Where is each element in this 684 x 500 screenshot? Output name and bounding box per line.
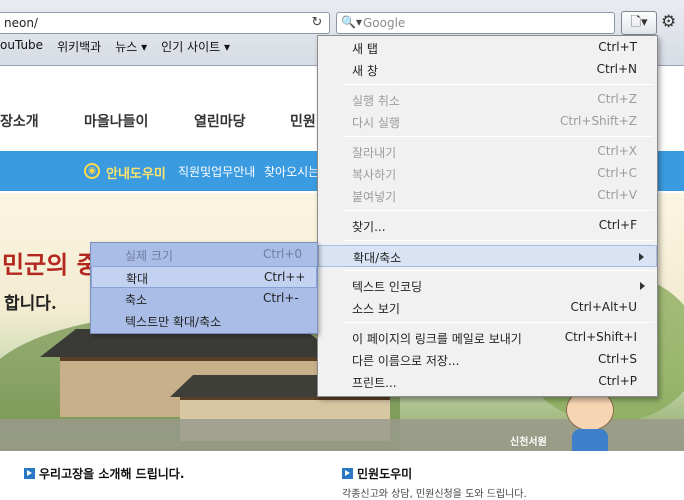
menu-item-label: 찾기...: [352, 220, 386, 234]
menu-item-shortcut: Ctrl+F: [598, 218, 637, 232]
menu-item-shortcut: Ctrl+S: [597, 352, 637, 366]
menu-item-new-window[interactable]: 새 창 Ctrl+N: [318, 59, 657, 81]
arrow-bullet-icon: [342, 468, 353, 479]
menu-item-shortcut: Ctrl+V: [597, 188, 637, 202]
bookmark-wikipedia[interactable]: 위키백과: [57, 38, 101, 58]
bookmark-popular-sites[interactable]: 인기 사이트 ▾: [161, 38, 230, 58]
address-text[interactable]: neon/: [4, 16, 38, 30]
bookmark-youtube[interactable]: ouTube: [0, 38, 43, 58]
menu-item-print[interactable]: 프린트... Ctrl+P: [318, 371, 657, 393]
menu-separator: [344, 84, 654, 85]
menu-item-label: 소스 보기: [352, 302, 400, 316]
menu-item-text-encoding[interactable]: 텍스트 인코딩: [318, 275, 657, 297]
slogan-line-2: 합니다.: [4, 294, 57, 314]
intro-link-text[interactable]: 우리고장을 소개해 드립니다.: [39, 467, 184, 481]
menu-item-undo[interactable]: 실행 취소 Ctrl+Z: [318, 89, 657, 111]
submenu-item-label: 텍스트만 확대/축소: [125, 315, 222, 329]
arrow-bullet-icon: [24, 468, 35, 479]
menu-item-label: 텍스트 인코딩: [352, 280, 423, 294]
civil-helper-text[interactable]: 민원도우미: [357, 467, 412, 481]
submenu-item-actual-size[interactable]: 실제 크기 Ctrl+0: [91, 244, 317, 266]
guide-link-staff[interactable]: 직원및업무안내: [178, 163, 255, 180]
nav-item-civil[interactable]: 민원: [290, 111, 316, 131]
submenu-item-label: 축소: [125, 293, 148, 307]
menu-item-shortcut: Ctrl+X: [597, 144, 637, 158]
submenu-item-shortcut: Ctrl+-: [263, 291, 299, 305]
search-field[interactable]: 🔍▾ Google: [336, 12, 615, 34]
menu-item-shortcut: Ctrl+T: [598, 40, 637, 54]
menu-separator: [344, 240, 654, 241]
menu-item-redo[interactable]: 다시 실행 Ctrl+Shift+Z: [318, 111, 657, 133]
civil-helper-link[interactable]: 민원도우미: [342, 465, 412, 482]
menu-item-find[interactable]: 찾기... Ctrl+F: [318, 215, 657, 237]
menu-item-email-link[interactable]: 이 페이지의 링크를 메일로 보내기 Ctrl+Shift+I: [318, 327, 657, 349]
menu-separator: [344, 136, 654, 137]
nav-item-village[interactable]: 마을나들이: [84, 111, 148, 131]
reload-icon[interactable]: ↻: [309, 15, 325, 31]
menu-item-paste[interactable]: 붙여넣기 Ctrl+V: [318, 185, 657, 207]
nav-item-open-square[interactable]: 열린마당: [194, 111, 246, 131]
menu-item-cut[interactable]: 잘라내기 Ctrl+X: [318, 141, 657, 163]
menu-item-shortcut: Ctrl+Shift+Z: [560, 114, 637, 128]
gear-icon[interactable]: ⚙: [661, 12, 676, 32]
menu-item-save-as[interactable]: 다른 이름으로 저장... Ctrl+S: [318, 349, 657, 371]
intro-link[interactable]: 우리고장을 소개해 드립니다.: [24, 465, 184, 482]
menu-item-shortcut: Ctrl+C: [597, 166, 637, 180]
menu-item-label: 이 페이지의 링크를 메일로 보내기: [352, 332, 522, 346]
address-bar[interactable]: neon/ ↻: [0, 12, 330, 34]
menu-item-label: 프린트...: [352, 376, 397, 390]
page-menu-icon: 🗋▾: [630, 15, 648, 30]
menu-item-label: 잘라내기: [352, 146, 397, 160]
page-menu: 새 탭 Ctrl+T 새 창 Ctrl+N 실행 취소 Ctrl+Z 다시 실행…: [317, 35, 658, 397]
submenu-item-zoom-out[interactable]: 축소 Ctrl+-: [91, 288, 317, 310]
menu-item-shortcut: Ctrl+Z: [597, 92, 637, 106]
submenu-item-shortcut: Ctrl++: [264, 270, 306, 284]
menu-separator: [344, 322, 654, 323]
menu-item-label: 새 탭: [352, 42, 378, 56]
menu-item-new-tab[interactable]: 새 탭 Ctrl+T: [318, 37, 657, 59]
menu-item-shortcut: Ctrl+Shift+I: [564, 330, 637, 344]
submenu-arrow-icon: [639, 253, 644, 261]
menu-item-label: 새 창: [352, 64, 378, 78]
menu-item-label: 복사하기: [352, 168, 397, 182]
menu-item-shortcut: Ctrl+Alt+U: [570, 300, 638, 314]
menu-item-label: 실행 취소: [352, 94, 400, 108]
menu-separator: [344, 270, 654, 271]
search-placeholder: Google: [363, 16, 406, 30]
headset-icon: ◉: [84, 163, 100, 179]
nav-item-intro[interactable]: 장소개: [0, 111, 39, 131]
submenu-item-shortcut: Ctrl+0: [263, 247, 303, 261]
civil-helper-subtitle: 각종신고와 상담, 민원신청을 도와 드립니다.: [342, 489, 527, 500]
submenu-item-zoom-in[interactable]: 확대 Ctrl++: [91, 266, 317, 288]
guide-link-directions[interactable]: 찾아오시는: [264, 163, 319, 180]
zoom-submenu: 실제 크기 Ctrl+0 확대 Ctrl++ 축소 Ctrl+- 텍스트만 확대…: [90, 242, 318, 334]
menu-item-zoom[interactable]: 확대/축소: [318, 245, 657, 267]
bookmark-news[interactable]: 뉴스 ▾: [115, 38, 147, 58]
menu-item-label: 붙여넣기: [352, 190, 397, 204]
menu-item-shortcut: Ctrl+P: [598, 374, 637, 388]
submenu-item-label: 확대: [126, 272, 149, 286]
menu-item-copy[interactable]: 복사하기 Ctrl+C: [318, 163, 657, 185]
menu-separator: [344, 210, 654, 211]
menu-item-shortcut: Ctrl+N: [596, 62, 637, 76]
search-icon[interactable]: 🔍▾: [341, 15, 362, 29]
bookmarks-bar: ouTube 위키백과 뉴스 ▾ 인기 사이트 ▾: [0, 38, 230, 58]
guide-title[interactable]: 안내도우미: [106, 163, 166, 182]
page-menu-button[interactable]: 🗋▾: [621, 11, 657, 35]
menu-item-label: 다시 실행: [352, 116, 400, 130]
place-caption: 신천서원: [510, 437, 547, 448]
submenu-item-label: 실제 크기: [125, 249, 173, 263]
menu-item-view-source[interactable]: 소스 보기 Ctrl+Alt+U: [318, 297, 657, 319]
submenu-arrow-icon: [640, 282, 645, 290]
menu-item-label: 확대/축소: [353, 251, 402, 265]
submenu-item-text-only[interactable]: 텍스트만 확대/축소: [91, 310, 317, 332]
menu-item-label: 다른 이름으로 저장...: [352, 354, 460, 368]
